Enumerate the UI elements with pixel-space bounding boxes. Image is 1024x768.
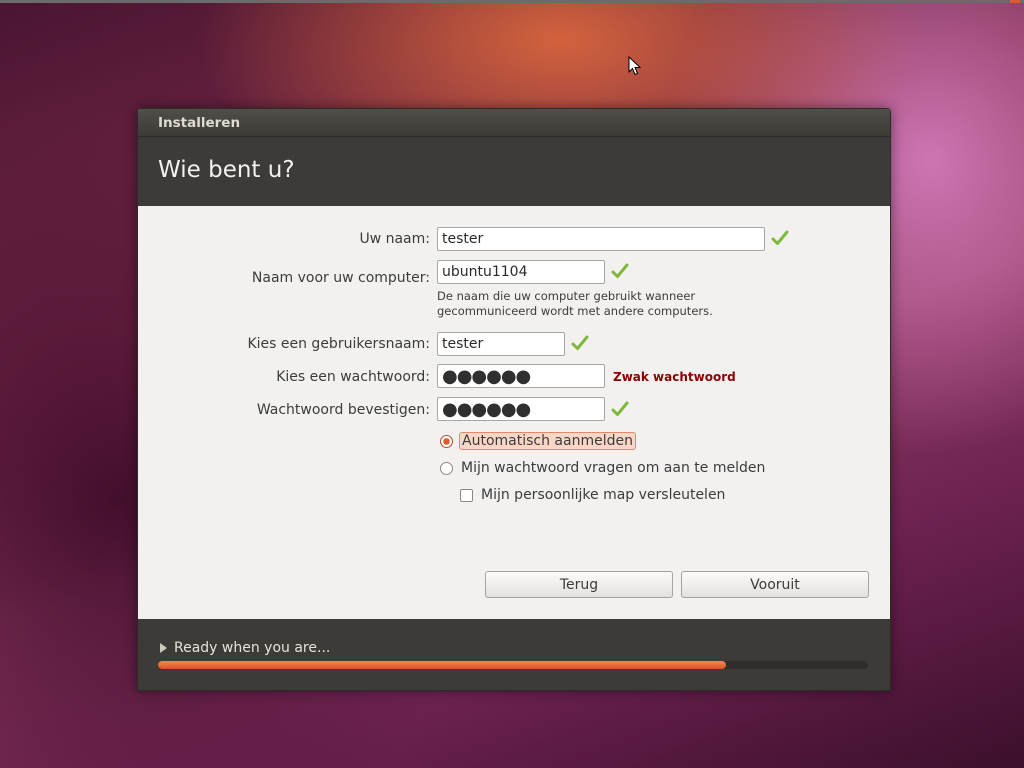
username-valid-checkmark-icon bbox=[571, 335, 589, 350]
panel-indicator bbox=[1010, 0, 1020, 3]
username-input[interactable] bbox=[437, 332, 565, 356]
computer-name-label: Naam voor uw computer: bbox=[251, 270, 430, 286]
password-label: Kies een wachtwoord: bbox=[276, 369, 430, 385]
computer-name-input[interactable] bbox=[437, 260, 605, 284]
computer-name-hint-line2: gecommuniceerd wordt met andere computer… bbox=[437, 304, 713, 318]
username-label: Kies een gebruikersnaam: bbox=[247, 336, 430, 352]
installer-footer: Ready when you are... bbox=[138, 619, 890, 690]
name-valid-checkmark-icon bbox=[771, 230, 789, 245]
encrypt-home-label[interactable]: Mijn persoonlijke map versleutelen bbox=[481, 487, 725, 503]
confirm-password-input[interactable]: ●●●●●● bbox=[437, 397, 605, 421]
auto-login-label[interactable]: Automatisch aanmelden bbox=[459, 432, 636, 450]
computer-name-hint: De naam die uw computer gebruikt wanneer… bbox=[437, 289, 757, 319]
password-input[interactable]: ●●●●●● bbox=[437, 364, 605, 388]
computer-name-hint-line1: De naam die uw computer gebruikt wanneer bbox=[437, 289, 696, 303]
computer-name-valid-checkmark-icon bbox=[611, 263, 629, 278]
page-header: Wie bent u? bbox=[138, 137, 890, 206]
mouse-cursor-icon bbox=[628, 56, 642, 76]
require-password-label[interactable]: Mijn wachtwoord vragen om aan te melden bbox=[461, 460, 765, 476]
require-password-radio[interactable] bbox=[440, 462, 453, 475]
forward-button[interactable]: Vooruit bbox=[681, 571, 869, 598]
window-title: Installeren bbox=[158, 115, 241, 131]
install-progress-bar bbox=[158, 661, 868, 669]
encrypt-home-checkbox[interactable] bbox=[460, 489, 473, 502]
name-input[interactable] bbox=[437, 227, 765, 251]
name-label: Uw naam: bbox=[359, 231, 430, 247]
install-status-text[interactable]: Ready when you are... bbox=[174, 640, 330, 656]
confirm-password-label: Wachtwoord bevestigen: bbox=[256, 402, 430, 418]
installer-window: Installeren Wie bent u? Uw naam: Naam vo… bbox=[137, 108, 891, 691]
desktop-top-panel bbox=[0, 0, 1024, 3]
triangle-right-icon[interactable] bbox=[160, 643, 167, 653]
auto-login-radio[interactable] bbox=[440, 435, 453, 448]
install-progress-fill bbox=[158, 661, 726, 669]
page-title: Wie bent u? bbox=[158, 157, 295, 183]
window-titlebar[interactable]: Installeren bbox=[138, 109, 890, 137]
password-strength-indicator: Zwak wachtwoord bbox=[613, 370, 736, 384]
back-button[interactable]: Terug bbox=[485, 571, 673, 598]
confirm-password-valid-checkmark-icon bbox=[611, 401, 629, 416]
